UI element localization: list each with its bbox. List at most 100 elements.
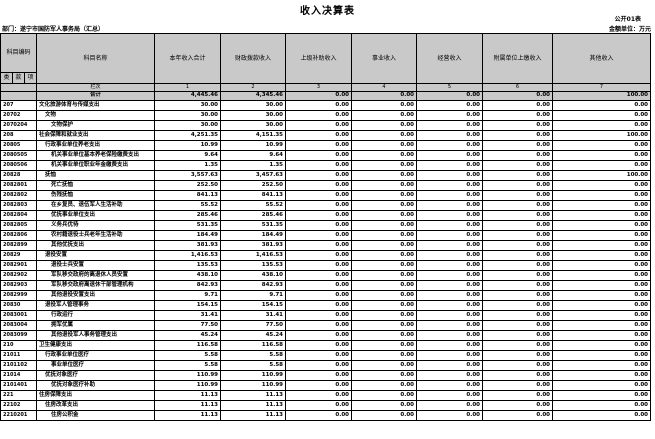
seq-num: 7 [552,83,651,92]
amount-cell: 0.00 [351,160,417,171]
page-title: 收入决算表 [300,6,355,17]
amount-cell: 0.00 [552,100,651,111]
amount-cell: 0.00 [351,150,417,161]
income-statement-sheet: 收入决算表 公开01表 部门：遂宁市国防军人事务局（汇总） 金额单位：万元 科目… [0,0,655,439]
subject-name: 优抚对象医疗 [36,370,155,381]
amount-cell: 285.46 [220,210,286,221]
amount-cell: 0.00 [482,210,553,221]
table-row: 2083099 其他退役军人事务管理支出 45.24 45.24 0.00 0.00 0.0… [0,330,651,341]
amount-cell: 11.13 [220,410,286,421]
amount-cell: 4,251.35 [154,130,221,141]
column-index-row: 栏次 1 2 3 4 5 6 7 [0,83,651,92]
table-row: 2082804 优抚事业单位支出 285.46 285.46 0.00 0.00 0.00 0… [0,210,651,221]
subject-code: 2083001 [0,310,37,321]
table-row: 20805 行政事业单位养老支出 10.99 10.99 0.00 0.00 0.00 0.0… [0,140,651,151]
amount-cell: 0.00 [482,390,553,401]
amount-cell: 0.00 [552,180,651,191]
amount-cell: 1.35 [154,160,221,171]
amount-cell: 0.00 [351,250,417,261]
amount-cell: 0.00 [285,290,352,301]
subject-code: 2082803 [0,200,37,211]
amount-cell: 0.00 [416,110,483,121]
amount-cell: 0.00 [285,310,352,321]
amount-cell: 11.13 [220,400,286,411]
total-value: 0.00 [482,91,553,101]
subject-name: 农村籍退役士兵老年生活补助 [36,230,155,241]
amount-cell: 381.93 [154,240,221,251]
amount-cell: 381.93 [220,240,286,251]
table-row: 208 社会保障和就业支出 4,251.35 4,151.35 0.00 0.00 0.00… [0,130,651,141]
seq-num: 5 [416,83,483,92]
amount-cell: 0.00 [552,210,651,221]
amount-cell: 0.00 [351,100,417,111]
amount-cell: 154.15 [220,300,286,311]
amount-cell: 55.52 [154,200,221,211]
amount-cell: 252.50 [154,180,221,191]
amount-cell: 45.24 [220,330,286,341]
amount-cell: 184.49 [154,230,221,241]
amount-cell: 0.00 [552,250,651,261]
amount-cell: 11.13 [154,390,221,401]
amount-cell: 77.50 [154,320,221,331]
amount-cell: 154.15 [154,300,221,311]
amount-cell: 0.00 [285,140,352,151]
amount-cell: 3,457.63 [220,170,286,181]
amount-cell: 0.00 [285,210,352,221]
amount-cell: 0.00 [482,330,553,341]
subject-name: 退役安置 [36,250,155,261]
total-value: 0.00 [351,91,417,101]
amount-cell: 0.00 [351,340,417,351]
amount-cell: 0.00 [552,370,651,381]
total-label: 合计 [36,91,155,101]
table-row: 21011 行政事业单位医疗 5.58 5.58 0.00 0.00 0.00 0.00 0.0… [0,350,651,361]
amount-cell: 0.00 [416,380,483,391]
subject-code: 2080505 [0,150,37,161]
amount-cell: 9.71 [220,290,286,301]
amount-cell: 0.00 [416,290,483,301]
amount-cell: 0.00 [552,360,651,371]
subject-name: 死亡抚恤 [36,180,155,191]
amount-cell: 30.00 [220,120,286,131]
amount-cell: 30.00 [220,100,286,111]
header-name: 科目名称 [36,33,155,84]
amount-cell: 100.00 [552,130,651,141]
amount-cell: 9.64 [220,150,286,161]
table-row: 21014 优抚对象医疗 110.99 110.99 0.00 0.00 0.00 0.00 0… [0,370,651,381]
subject-code: 20830 [0,300,37,311]
amount-cell: 0.00 [482,140,553,151]
amount-cell: 0.00 [482,270,553,281]
subject-name: 其他优抚支出 [36,240,155,251]
table-row: 2082802 伤残抚恤 841.13 841.13 0.00 0.00 0.00 0.00 0… [0,190,651,201]
amount-cell: 0.00 [351,360,417,371]
amount-cell: 0.00 [351,170,417,181]
amount-cell: 0.00 [416,160,483,171]
amount-cell: 0.00 [416,400,483,411]
subject-code: 2080506 [0,160,37,171]
subject-code: 2082804 [0,210,37,221]
amount-cell: 0.00 [552,340,651,351]
amount-cell: 0.00 [351,130,417,141]
amount-cell: 285.46 [154,210,221,221]
amount-cell: 0.00 [552,190,651,201]
amount-cell: 0.00 [482,190,553,201]
subject-name: 义务兵优待 [36,220,155,231]
amount-cell: 0.00 [552,350,651,361]
amount-cell: 841.13 [220,190,286,201]
amount-cell: 0.00 [482,310,553,321]
subject-name: 抚恤 [36,170,155,181]
amount-cell: 0.00 [351,120,417,131]
amount-cell: 0.00 [351,280,417,291]
subject-code: 22102 [0,400,37,411]
subject-code: 20702 [0,110,37,121]
subject-code: 2210201 [0,410,37,421]
amount-cell: 0.00 [482,380,553,391]
amount-cell: 0.00 [285,260,352,271]
amount-cell: 0.00 [482,400,553,411]
seq-num: 4 [351,83,417,92]
subject-name: 伤残抚恤 [36,190,155,201]
amount-cell: 0.00 [482,130,553,141]
subject-name: 军队移交政府离退休干部管理机构 [36,280,155,291]
table-row: 2082806 农村籍退役士兵老年生活补助 184.49 184.49 0.00 0.00… [0,230,651,241]
header-xiang: 项 [24,72,37,84]
amount-cell: 0.00 [416,300,483,311]
